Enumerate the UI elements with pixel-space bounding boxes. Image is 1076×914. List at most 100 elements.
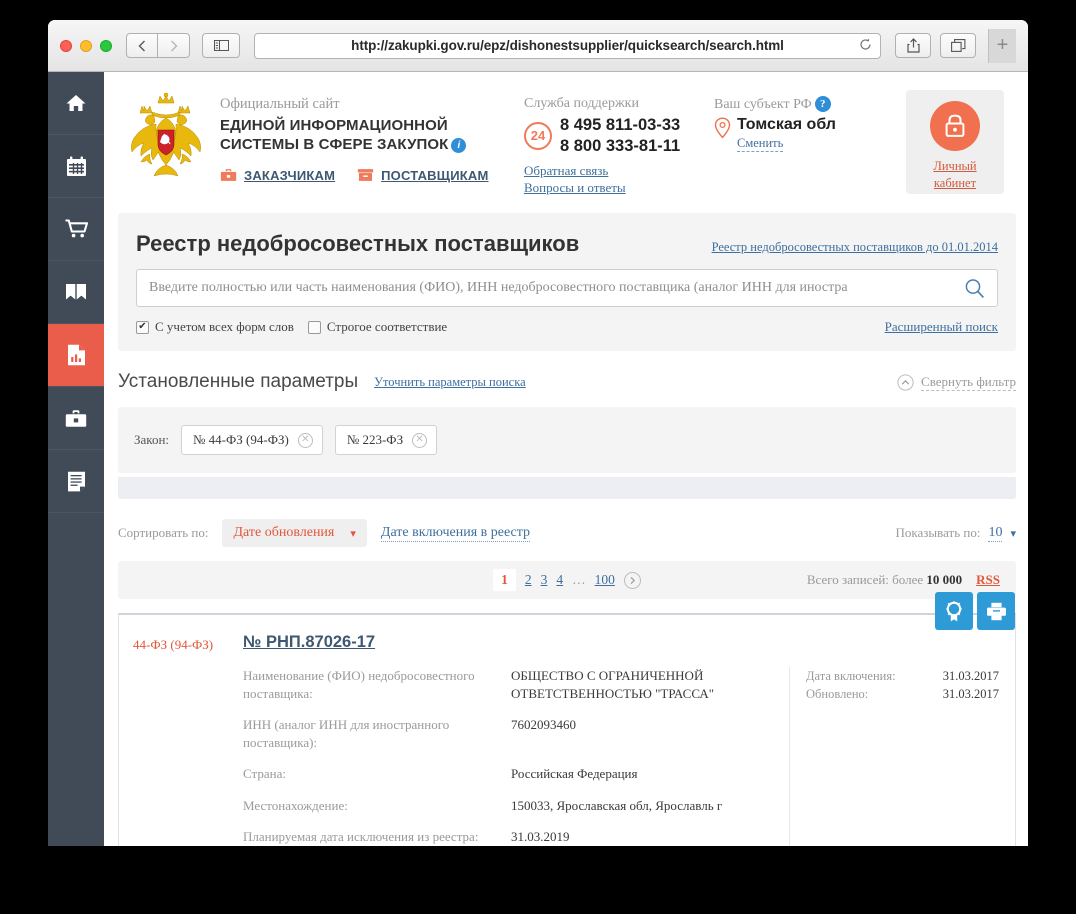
tabs-button[interactable]: [940, 33, 976, 58]
archive-registry-link[interactable]: Реестр недобросовестных поставщиков до 0…: [712, 240, 998, 255]
next-page-button[interactable]: [623, 571, 641, 589]
field-label: Планируемая дата исключения из реестра:: [243, 829, 479, 845]
link-customers[interactable]: ЗАКАЗЧИКАМ: [220, 168, 335, 183]
search-input[interactable]: [149, 280, 961, 297]
help-badge-icon[interactable]: ?: [814, 96, 831, 112]
rail-item-book[interactable]: [48, 261, 104, 324]
region-kicker-label: Ваш субъект РФ: [714, 97, 812, 112]
card-law-label: 44-ФЗ (94-ФЗ): [133, 637, 214, 653]
chevron-down-icon[interactable]: ▾: [1010, 527, 1016, 540]
rail-item-home[interactable]: [48, 72, 104, 135]
filter-chip-223fz[interactable]: № 223-ФЗ ✕: [334, 425, 438, 456]
rss-link[interactable]: RSS: [976, 572, 1000, 588]
home-icon: [66, 95, 86, 111]
site-header: Официальный сайт ЕДИНОЙ ИНФОРМАЦИОННОЙ С…: [104, 72, 1028, 207]
card-fields: Наименование (ФИО) недобросовестного пос…: [133, 667, 789, 846]
filter-chip-44fz[interactable]: № 44-ФЗ (94-ФЗ) ✕: [181, 425, 323, 456]
header-region: Ваш субъект РФ? Томская обл Сменить: [714, 88, 906, 152]
collapse-filter-label: Свернуть фильтр: [921, 373, 1016, 391]
box-icon: [357, 169, 374, 181]
sidebar-toggle-icon: [213, 40, 229, 51]
page-3[interactable]: 3: [541, 572, 548, 588]
rail-item-briefcase[interactable]: [48, 387, 104, 450]
reload-button[interactable]: [859, 38, 872, 54]
window-controls: [60, 39, 112, 52]
link-suppliers[interactable]: ПОСТАВЩИКАМ: [357, 168, 488, 183]
book-icon: [66, 284, 86, 300]
rail-item-registry[interactable]: [48, 324, 104, 387]
document-chart-icon: [67, 344, 85, 366]
browser-toolbar: http://zakupki.gov.ru/epz/dishonestsuppl…: [48, 20, 1028, 72]
checkbox-exact-match[interactable]: Строгое соответствие: [307, 319, 447, 335]
filter-law-label: Закон:: [134, 432, 170, 448]
remove-chip-icon[interactable]: ✕: [297, 432, 313, 448]
checkbox-all-word-forms[interactable]: ✔ С учетом всех форм слов: [136, 319, 294, 335]
forward-button[interactable]: [158, 33, 190, 58]
award-seal-icon: [946, 600, 962, 621]
support-24h-badge: 24: [524, 121, 552, 150]
map-pin-icon: [714, 117, 731, 139]
remove-chip-icon[interactable]: ✕: [412, 432, 428, 448]
rail-item-cart[interactable]: [48, 198, 104, 261]
cabinet-label-line1: Личный: [933, 159, 977, 173]
close-window-button[interactable]: [60, 39, 72, 52]
support-phones-row: 24 8 495 811-03-33 8 800 333-81-11: [524, 115, 714, 156]
back-button[interactable]: [126, 33, 158, 58]
collapse-filter-button[interactable]: Свернуть фильтр: [897, 374, 1016, 391]
field-value: Российская Федерация: [511, 766, 638, 782]
russian-coat-of-arms: [118, 88, 214, 193]
change-region-link[interactable]: Сменить: [737, 136, 784, 152]
header-title: ЕДИНОЙ ИНФОРМАЦИОННОЙ СИСТЕМЫ В СФЕРЕ ЗА…: [220, 117, 524, 155]
field-label: Местонахождение:: [243, 797, 348, 813]
rail-item-calendar[interactable]: [48, 135, 104, 198]
sort-select[interactable]: Дате обновления ▾: [222, 519, 367, 548]
card-body: Наименование (ФИО) недобросовестного пос…: [133, 667, 999, 846]
field-row: ИНН (аналог ИНН для иностранного поставщ…: [243, 716, 789, 751]
page-4[interactable]: 4: [556, 572, 563, 588]
total-records: Всего записей: более 10 000 RSS: [807, 572, 1000, 588]
field-value: ОБЩЕСТВО С ОГРАНИЧЕННОЙ ОТВЕТСТВЕННОСТЬЮ…: [511, 668, 715, 701]
faq-link[interactable]: Вопросы и ответы: [524, 180, 714, 197]
page-2[interactable]: 2: [525, 572, 532, 588]
share-button[interactable]: [895, 33, 931, 58]
card-action-print[interactable]: [977, 592, 1015, 631]
filter-chip-44fz-label: № 44-ФЗ (94-ФЗ): [193, 432, 289, 448]
sort-by-inclusion-date-link[interactable]: Дате включения в реестр: [380, 525, 531, 542]
sort-label: Сортировать по:: [118, 525, 209, 541]
checkbox-exact-match-box[interactable]: [307, 320, 321, 334]
rail-item-documents[interactable]: [48, 450, 104, 513]
header-audience-links: ЗАКАЗЧИКАМ ПОСТАВЩИКАМ: [220, 168, 524, 183]
cabinet-label: Личный кабинет: [933, 158, 976, 192]
maximize-window-button[interactable]: [100, 39, 112, 52]
per-page-value[interactable]: 10: [988, 525, 1003, 542]
date-row: Дата включения: 31.03.2017: [806, 669, 999, 684]
feedback-link[interactable]: Обратная связь: [524, 163, 714, 180]
refine-search-link[interactable]: Уточнить параметры поиска: [374, 375, 526, 390]
search-button[interactable]: [961, 278, 987, 299]
checkbox-all-word-forms-box[interactable]: ✔: [136, 320, 149, 334]
minimize-window-button[interactable]: [80, 39, 92, 52]
checkbox-all-word-forms-label: С учетом всех форм слов: [155, 319, 294, 335]
search-checkboxes: ✔ С учетом всех форм слов Строгое соотве…: [136, 319, 447, 335]
url-text: http://zakupki.gov.ru/epz/dishonestsuppl…: [351, 38, 784, 53]
card-number-link[interactable]: № РНП.87026-17: [243, 633, 375, 652]
url-bar[interactable]: http://zakupki.gov.ru/epz/dishonestsuppl…: [254, 32, 881, 59]
sidebar-toggle-button[interactable]: [202, 33, 240, 58]
personal-cabinet-button[interactable]: Личный кабинет: [906, 90, 1004, 194]
info-badge-icon[interactable]: i: [451, 137, 467, 153]
browser-window: http://zakupki.gov.ru/epz/dishonestsuppl…: [48, 20, 1028, 846]
new-tab-button[interactable]: +: [988, 28, 1016, 63]
field-row: Планируемая дата исключения из реестра: …: [243, 828, 789, 846]
field-label: Наименование (ФИО) недобросовестного пос…: [243, 668, 475, 701]
chevron-up-circle-icon: [897, 373, 914, 391]
page-1[interactable]: 1: [493, 569, 516, 592]
list-document-icon: [67, 471, 85, 491]
reload-icon: [860, 38, 871, 50]
page-100[interactable]: 100: [595, 572, 615, 588]
advanced-search-link[interactable]: Расширенный поиск: [885, 319, 998, 335]
card-actions: [935, 592, 1015, 631]
date-value: 31.03.2017: [942, 669, 999, 684]
field-label: ИНН (аналог ИНН для иностранного поставщ…: [243, 717, 450, 750]
card-action-certificate[interactable]: [935, 592, 973, 631]
field-value: 150033, Ярославская обл, Ярославль г: [511, 797, 723, 813]
